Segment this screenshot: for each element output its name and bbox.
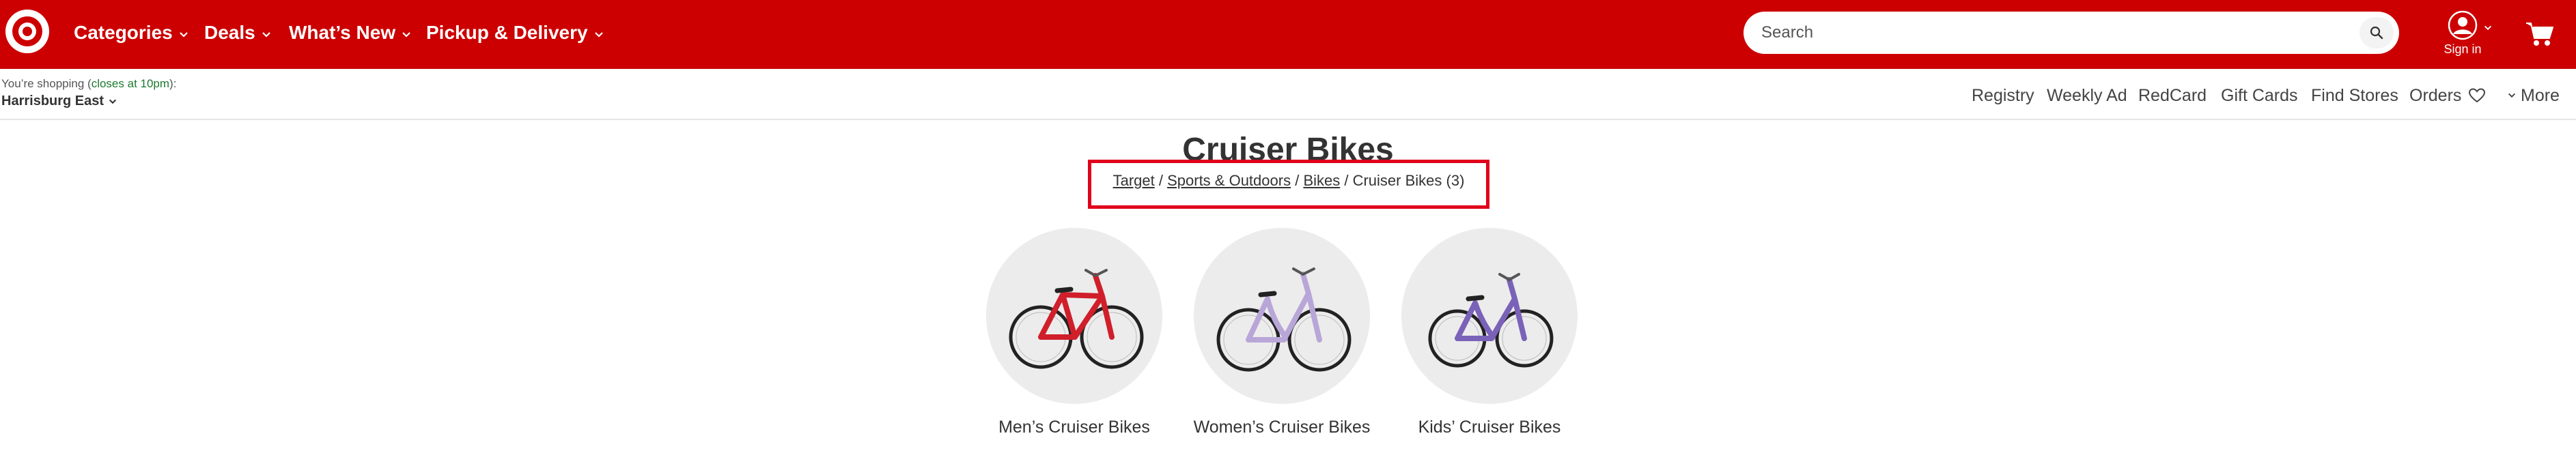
- gift-cards-link[interactable]: Gift Cards: [2221, 85, 2298, 106]
- top-header: Categories Deals What’s New Pickup & Del…: [0, 0, 2576, 69]
- sign-in-button[interactable]: Sign in: [2442, 10, 2492, 59]
- breadcrumb-separator: /: [1295, 172, 1304, 189]
- breadcrumb-link-target[interactable]: Target: [1113, 172, 1155, 189]
- breadcrumb-separator: /: [1158, 172, 1168, 189]
- bicycle-icon: [1009, 269, 1144, 369]
- heart-icon: [2469, 88, 2485, 103]
- category-image: [1401, 228, 1578, 404]
- registry-label: Registry: [1972, 85, 2034, 105]
- nav-deals-label: Deals: [204, 22, 255, 43]
- target-logo-icon[interactable]: [5, 10, 49, 53]
- breadcrumb-link-bikes[interactable]: Bikes: [1303, 172, 1340, 189]
- category-label: Women’s Cruiser Bikes: [1193, 418, 1371, 437]
- sign-in-label: Sign in: [2444, 42, 2482, 56]
- favorites-button[interactable]: [2469, 85, 2485, 106]
- category-image: [1194, 228, 1370, 404]
- weekly-ad-label: Weekly Ad: [2047, 85, 2127, 105]
- breadcrumb-separator: /: [1344, 172, 1353, 189]
- gift-cards-label: Gift Cards: [2221, 85, 2298, 105]
- weekly-ad-link[interactable]: Weekly Ad: [2047, 85, 2127, 106]
- cart-icon[interactable]: [2525, 20, 2555, 48]
- nav-whats-new-label: What’s New: [289, 22, 396, 43]
- find-stores-label: Find Stores: [2311, 85, 2398, 105]
- redcard-label: RedCard: [2138, 85, 2207, 105]
- store-hours-suffix: ):: [169, 77, 177, 90]
- redcard-link[interactable]: RedCard: [2138, 85, 2207, 106]
- chevron-down-icon: [179, 32, 188, 38]
- bicycle-icon: [1428, 273, 1554, 368]
- nav-whats-new[interactable]: What’s New: [289, 19, 412, 46]
- chevron-down-icon: [262, 32, 270, 38]
- chevron-down-icon: [594, 32, 603, 38]
- search-input[interactable]: [1761, 12, 2321, 54]
- store-selector[interactable]: Harrisburg East: [1, 93, 117, 109]
- store-name: Harrisburg East: [1, 93, 104, 108]
- breadcrumb: Target / Sports & Outdoors / Bikes / Cru…: [1088, 172, 1489, 190]
- more-menu[interactable]: More: [2507, 85, 2560, 106]
- orders-label: Orders: [2409, 85, 2462, 105]
- search-icon: [2370, 26, 2383, 40]
- store-hours-text: You’re shopping (closes at 10pm):: [1, 77, 176, 91]
- category-label: Men’s Cruiser Bikes: [998, 418, 1150, 437]
- account-icon: [2448, 10, 2478, 40]
- breadcrumb-current: Cruiser Bikes (3): [1352, 172, 1465, 189]
- chevron-down-icon: [2484, 25, 2492, 31]
- breadcrumb-link-sports-outdoors[interactable]: Sports & Outdoors: [1167, 172, 1291, 189]
- chevron-down-icon: [109, 99, 117, 104]
- chevron-down-icon: [2508, 93, 2516, 98]
- registry-link[interactable]: Registry: [1972, 85, 2034, 106]
- bicycle-icon: [1216, 267, 1352, 372]
- search-bar: [1744, 12, 2399, 54]
- store-hours-status: closes at 10pm: [91, 77, 170, 90]
- chevron-down-icon: [402, 32, 410, 38]
- find-stores-link[interactable]: Find Stores: [2311, 85, 2398, 106]
- nav-deals[interactable]: Deals: [204, 19, 272, 46]
- store-hours-prefix: You’re shopping (: [1, 77, 92, 90]
- nav-pickup-delivery[interactable]: Pickup & Delivery: [426, 19, 604, 46]
- orders-link[interactable]: Orders: [2409, 85, 2461, 106]
- search-button[interactable]: [2360, 17, 2394, 48]
- category-image: [986, 228, 1162, 404]
- category-label: Kids’ Cruiser Bikes: [1418, 418, 1561, 437]
- nav-categories[interactable]: Categories: [74, 19, 189, 46]
- nav-pickup-delivery-label: Pickup & Delivery: [426, 22, 588, 43]
- more-label: More: [2521, 85, 2560, 105]
- secondary-bar: You’re shopping (closes at 10pm): Harris…: [0, 69, 2576, 120]
- nav-categories-label: Categories: [74, 22, 173, 43]
